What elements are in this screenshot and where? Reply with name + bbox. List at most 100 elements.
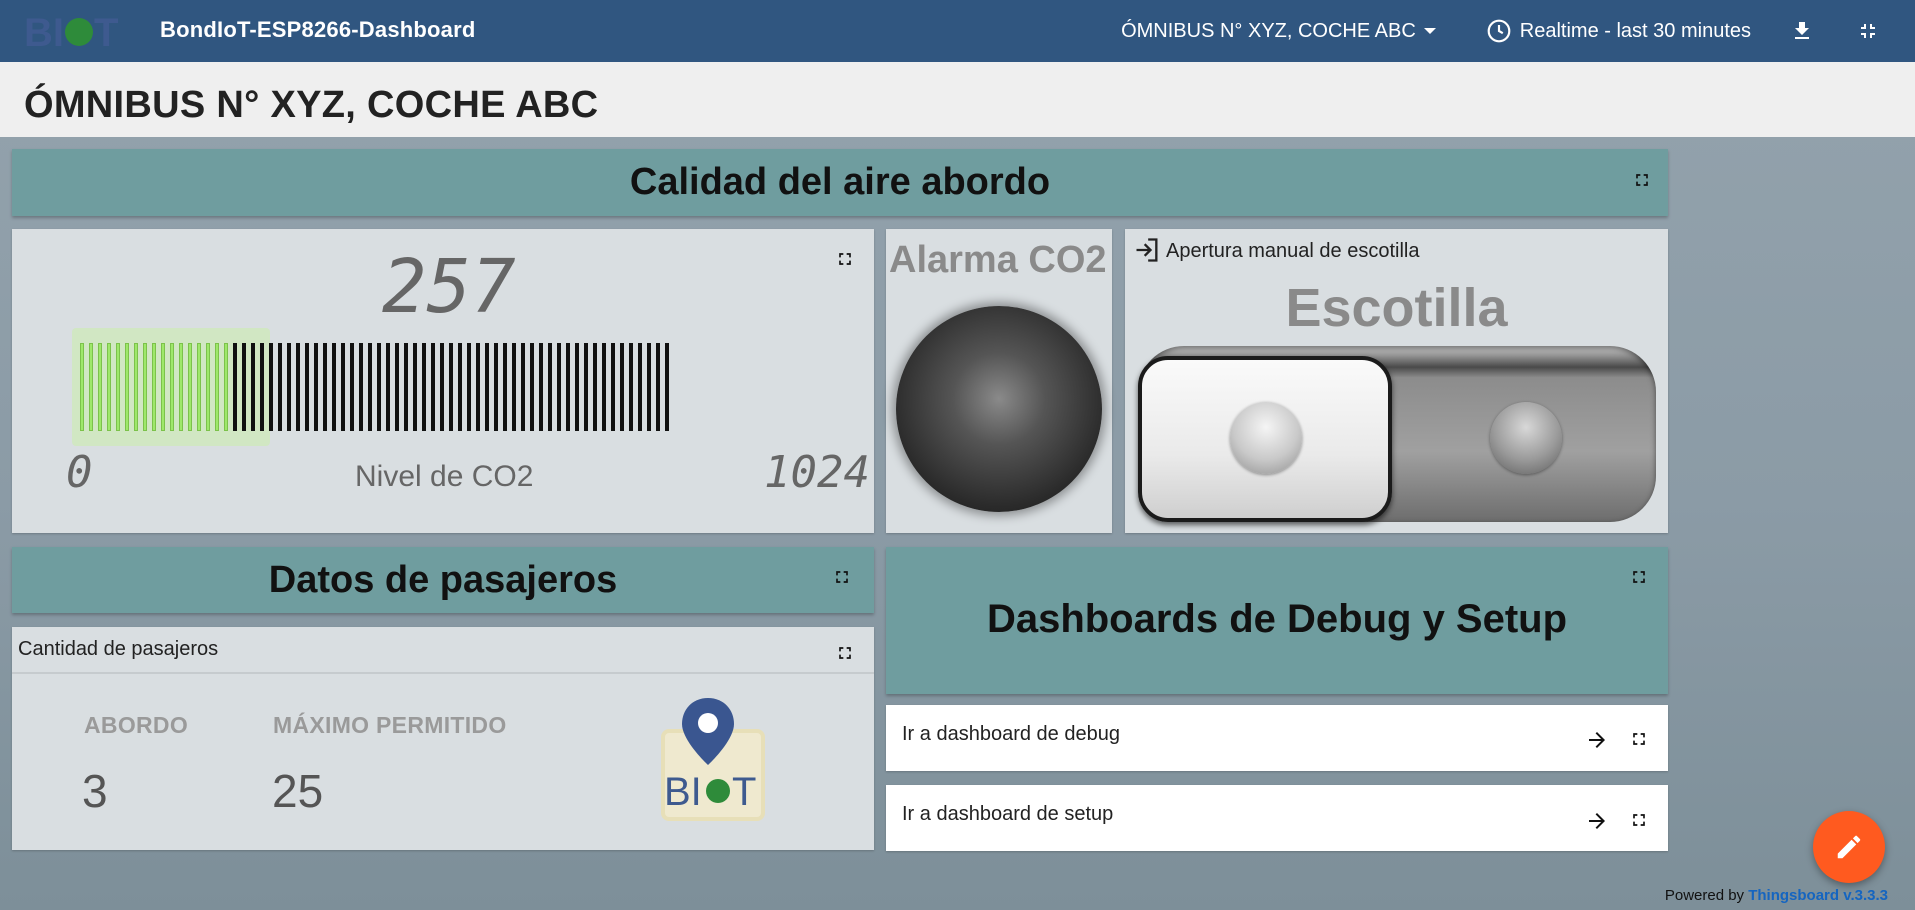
- bargraph-segment: [339, 343, 348, 431]
- bargraph-segment: [276, 343, 285, 431]
- download-icon[interactable]: [1789, 18, 1815, 44]
- timewindow-button[interactable]: Realtime - last 30 minutes: [1486, 18, 1751, 44]
- bargraph-segment: [537, 343, 546, 431]
- svg-text:BI: BI: [664, 770, 702, 814]
- fullscreen-icon[interactable]: [1629, 810, 1649, 830]
- caret-down-icon: [1423, 28, 1436, 34]
- bargraph-segment: [204, 343, 213, 431]
- bargraph-segment: [501, 343, 510, 431]
- arrow-right-icon[interactable]: [1585, 728, 1609, 752]
- login-icon: [1136, 238, 1158, 262]
- bargraph-segment: [240, 343, 249, 431]
- co2-bargraph: [78, 343, 806, 431]
- svg-text:BI: BI: [24, 11, 64, 52]
- svg-text:T: T: [94, 11, 118, 52]
- bargraph-segment: [627, 343, 636, 431]
- switch-knob-dot: [1230, 402, 1302, 474]
- bargraph-segment: [150, 343, 159, 431]
- bargraph-segment: [600, 343, 609, 431]
- svg-text:T: T: [732, 770, 756, 814]
- state-selector[interactable]: ÓMNIBUS N° XYZ, COCHE ABC: [1121, 20, 1436, 43]
- arrow-right-icon[interactable]: [1585, 809, 1609, 833]
- passenger-card-title: Cantidad de pasajeros: [18, 638, 219, 660]
- bargraph-segment: [663, 343, 672, 431]
- fullscreen-icon[interactable]: [832, 567, 852, 587]
- max-allowed-value: 25: [272, 765, 324, 817]
- alarm-led-indicator: [896, 306, 1102, 512]
- bargraph-segment: [114, 343, 123, 431]
- passengers-header: Datos de pasajeros: [12, 547, 874, 613]
- bargraph-segment: [384, 343, 393, 431]
- bargraph-segment: [375, 343, 384, 431]
- bargraph-segment: [159, 343, 168, 431]
- bargraph-segment: [249, 343, 258, 431]
- bargraph-segment: [231, 343, 240, 431]
- thingsboard-link[interactable]: Thingsboard v.3.3.3: [1748, 887, 1888, 904]
- edit-dashboard-button[interactable]: [1813, 811, 1885, 883]
- bargraph-segment: [447, 343, 456, 431]
- bargraph-segment: [582, 343, 591, 431]
- air-quality-title: Calidad del aire abordo: [629, 161, 1051, 203]
- map-marker-logo: BI T: [648, 695, 766, 833]
- bargraph-segment: [222, 343, 231, 431]
- fullscreen-icon[interactable]: [1629, 729, 1649, 749]
- powered-by-text: Powered by: [1664, 887, 1745, 904]
- bargraph-segment: [510, 343, 519, 431]
- bargraph-segment: [483, 343, 492, 431]
- bargraph-segment: [528, 343, 537, 431]
- bargraph-segment: [267, 343, 276, 431]
- logo: BI T: [24, 8, 120, 55]
- bargraph-segment: [132, 343, 141, 431]
- alarm-title: Alarma CO2: [889, 239, 1107, 281]
- switch-indicator-dot: [1490, 402, 1562, 474]
- divider: [12, 672, 874, 674]
- setup-link-label: Ir a dashboard de setup: [902, 803, 1114, 825]
- bargraph-segment: [546, 343, 555, 431]
- bargraph-segment: [258, 343, 267, 431]
- page-title: ÓMNIBUS N° XYZ, COCHE ABC: [24, 84, 599, 126]
- debug-link-label: Ir a dashboard de debug: [902, 723, 1120, 745]
- bargraph-segment: [411, 343, 420, 431]
- bargraph-segment: [645, 343, 654, 431]
- bargraph-segment: [420, 343, 429, 431]
- exit-fullscreen-icon[interactable]: [1855, 18, 1881, 44]
- hatch-label: Escotilla: [1285, 278, 1508, 338]
- bargraph-segment: [123, 343, 132, 431]
- bargraph-segment: [465, 343, 474, 431]
- powered-by: Powered by Thingsboard v.3.3.3: [1665, 887, 1888, 904]
- bargraph-segment: [141, 343, 150, 431]
- debug-dashboard-link[interactable]: Ir a dashboard de debug: [886, 705, 1668, 771]
- dashboard-title: BondIoT-ESP8266-Dashboard: [160, 17, 476, 42]
- co2-value: 257: [382, 244, 516, 330]
- bargraph-segment: [357, 343, 366, 431]
- bargraph-segment: [402, 343, 411, 431]
- passenger-count-widget: Cantidad de pasajeros ABORDO 3 MÁXIMO PE…: [12, 627, 874, 850]
- setup-dashboard-link[interactable]: Ir a dashboard de setup: [886, 785, 1668, 851]
- bargraph-segment: [555, 343, 564, 431]
- bargraph-segment: [177, 343, 186, 431]
- bargraph-segment: [213, 343, 222, 431]
- bargraph-segment: [474, 343, 483, 431]
- fullscreen-icon[interactable]: [1629, 567, 1649, 587]
- aboard-value: 3: [82, 765, 108, 817]
- bargraph-segment: [591, 343, 600, 431]
- hatch-widget-title: Apertura manual de escotilla: [1166, 240, 1420, 262]
- bargraph-segment: [168, 343, 177, 431]
- bargraph-segment: [195, 343, 204, 431]
- bargraph-segment: [492, 343, 501, 431]
- bargraph-segment: [636, 343, 645, 431]
- bargraph-segment: [348, 343, 357, 431]
- clock-icon: [1487, 19, 1511, 43]
- bargraph-segment: [285, 343, 294, 431]
- fullscreen-icon[interactable]: [835, 249, 855, 269]
- fullscreen-icon[interactable]: [835, 643, 855, 663]
- fullscreen-icon[interactable]: [1632, 170, 1652, 190]
- bargraph-segment: [519, 343, 528, 431]
- co2-max: 1024: [764, 447, 870, 498]
- state-title-bar: ÓMNIBUS N° XYZ, COCHE ABC: [0, 62, 1915, 137]
- aboard-label: ABORDO: [84, 712, 189, 738]
- bargraph-segment: [321, 343, 330, 431]
- bargraph-segment: [303, 343, 312, 431]
- bargraph-segment: [312, 343, 321, 431]
- air-quality-header: Calidad del aire abordo: [12, 149, 1668, 216]
